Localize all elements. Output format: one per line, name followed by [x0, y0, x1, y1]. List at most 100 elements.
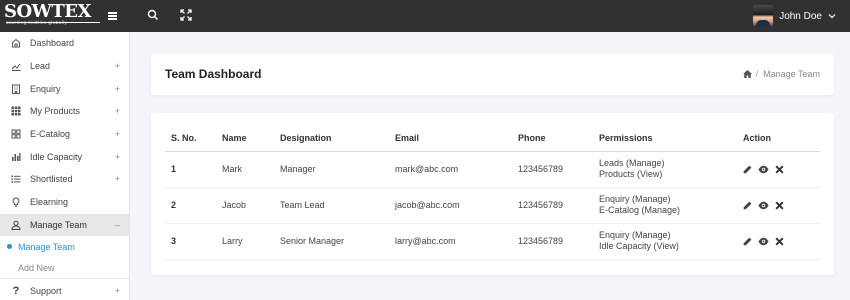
brand-logo[interactable]: SOWTEX sourcing textiles globally	[4, 3, 100, 29]
column-header: Designation	[274, 125, 389, 152]
cell-phone: 123456789	[512, 151, 593, 188]
expand-icon[interactable]: +	[115, 174, 120, 184]
catalog-icon	[11, 129, 21, 139]
edit-icon[interactable]	[743, 237, 752, 246]
sidebar-subitem-add-new[interactable]: Add New	[0, 257, 129, 278]
permission-item: E-Catalog (Manage)	[599, 205, 681, 215]
cell-action	[737, 223, 820, 260]
building-icon	[11, 84, 21, 94]
cell-designation: Manager	[274, 151, 389, 188]
expand-icon[interactable]: +	[115, 106, 120, 116]
home-icon[interactable]	[742, 70, 752, 78]
cell-phone: 123456789	[512, 223, 593, 260]
delete-icon[interactable]	[775, 200, 784, 210]
team-table: S. No. Name Designation Email Phone Perm…	[165, 125, 820, 260]
cell-name: Mark	[216, 151, 274, 188]
page-title: Team Dashboard	[165, 67, 262, 81]
sidebar-item-dashboard[interactable]: Dashboard	[0, 32, 129, 55]
column-header: Phone	[512, 125, 593, 152]
edit-icon[interactable]	[743, 165, 752, 174]
sidebar-item-enquiry[interactable]: Enquiry +	[0, 77, 129, 100]
team-table-card: S. No. Name Designation Email Phone Perm…	[151, 113, 834, 275]
breadcrumb-current: Manage Team	[763, 69, 820, 79]
sidebar-item-label: Elearning	[30, 197, 69, 208]
expand-icon[interactable]: +	[115, 61, 120, 71]
sidebar-item-label: Support	[30, 285, 62, 296]
home-icon	[11, 38, 21, 48]
search-icon[interactable]	[147, 9, 161, 23]
column-header: Email	[389, 125, 512, 152]
bars-icon	[11, 152, 21, 162]
sidebar-item-e-catalog[interactable]: E-Catalog +	[0, 123, 129, 146]
cell-email: mark@abc.com	[389, 151, 512, 188]
delete-icon[interactable]	[775, 164, 784, 174]
cell-email: larry@abc.com	[389, 223, 512, 260]
edit-icon[interactable]	[743, 201, 752, 210]
sidebar-item-support[interactable]: ? Support +	[0, 279, 129, 300]
cell-designation: Team Lead	[274, 187, 389, 224]
top-bar: SOWTEX sourcing textiles globally John D…	[0, 0, 850, 32]
sidebar-item-label: My Products	[30, 106, 81, 117]
permission-item: Enquiry (Manage)	[599, 194, 671, 204]
cell-action	[737, 151, 820, 188]
cell-sno: 1	[165, 151, 216, 188]
sidebar-item-label: Manage Team	[30, 219, 87, 230]
column-header: Permissions	[593, 125, 737, 152]
table-row: 2 Jacob Team Lead jacob@abc.com 12345678…	[165, 187, 820, 224]
view-icon[interactable]	[758, 201, 769, 210]
sidebar-item-elearning[interactable]: Elearning	[0, 191, 129, 214]
sidebar-item-idle-capacity[interactable]: Idle Capacity +	[0, 145, 129, 168]
permission-item: Enquiry (Manage)	[599, 230, 671, 240]
user-name[interactable]: John Doe	[779, 11, 822, 22]
expand-icon[interactable]: +	[115, 129, 120, 139]
expand-icon[interactable]: +	[115, 286, 120, 296]
cell-permissions: Leads (Manage) Products (View)	[593, 151, 737, 188]
avatar[interactable]	[753, 5, 774, 27]
sidebar-item-label: Shortlisted	[30, 174, 73, 185]
page-header: Team Dashboard / Manage Team	[151, 54, 834, 95]
table-row: 1 Mark Manager mark@abc.com 123456789 Le…	[165, 151, 820, 188]
permission-item: Leads (Manage)	[599, 158, 665, 168]
sidebar-item-label: Idle Capacity	[30, 151, 83, 162]
view-icon[interactable]	[758, 237, 769, 246]
cell-permissions: Enquiry (Manage) Idle Capacity (View)	[593, 223, 737, 260]
cell-sno: 3	[165, 223, 216, 260]
sidebar-item-label: E-Catalog	[30, 129, 71, 140]
sidebar-item-my-products[interactable]: My Products +	[0, 100, 129, 123]
collapse-icon[interactable]: –	[115, 220, 120, 230]
expand-icon[interactable]: +	[115, 152, 120, 162]
permission-item: Idle Capacity (View)	[599, 241, 679, 251]
sidebar-subitem-manage-team[interactable]: Manage Team	[0, 236, 129, 257]
cell-permissions: Enquiry (Manage) E-Catalog (Manage)	[593, 187, 737, 224]
hamburger-icon[interactable]	[108, 12, 117, 20]
brand-name: SOWTEX	[4, 1, 91, 22]
sidebar-item-shortlisted[interactable]: Shortlisted +	[0, 168, 129, 191]
sidebar-item-lead[interactable]: Lead +	[0, 55, 129, 78]
column-header: S. No.	[165, 125, 216, 152]
sidebar-item-manage-team[interactable]: Manage Team –	[0, 213, 129, 237]
sidebar: Dashboard Lead + Enquiry + My Products +…	[0, 32, 130, 300]
sidebar-submenu: Manage Team Add New	[0, 236, 129, 280]
sidebar-item-label: Lead	[30, 61, 51, 72]
delete-icon[interactable]	[775, 236, 784, 246]
table-header-row: S. No. Name Designation Email Phone Perm…	[165, 125, 820, 152]
permission-item: Products (View)	[599, 169, 663, 179]
cell-phone: 123456789	[512, 187, 593, 224]
grid-icon	[11, 106, 21, 116]
expand-icon[interactable]: +	[115, 84, 120, 94]
cell-name: Jacob	[216, 187, 274, 224]
cell-email: jacob@abc.com	[389, 187, 512, 224]
cell-name: Larry	[216, 223, 274, 260]
list-icon	[11, 174, 21, 184]
fullscreen-icon[interactable]	[180, 9, 194, 23]
user-menu[interactable]: John Doe	[753, 4, 836, 28]
column-header: Name	[216, 125, 274, 152]
chevron-down-icon[interactable]	[828, 12, 836, 20]
bulb-icon	[11, 197, 21, 207]
view-icon[interactable]	[758, 165, 769, 174]
cell-action	[737, 187, 820, 224]
sidebar-item-label: Enquiry	[30, 83, 61, 94]
user-icon	[11, 220, 21, 230]
breadcrumb-separator: /	[755, 69, 759, 79]
sidebar-item-label: Dashboard	[30, 38, 75, 49]
